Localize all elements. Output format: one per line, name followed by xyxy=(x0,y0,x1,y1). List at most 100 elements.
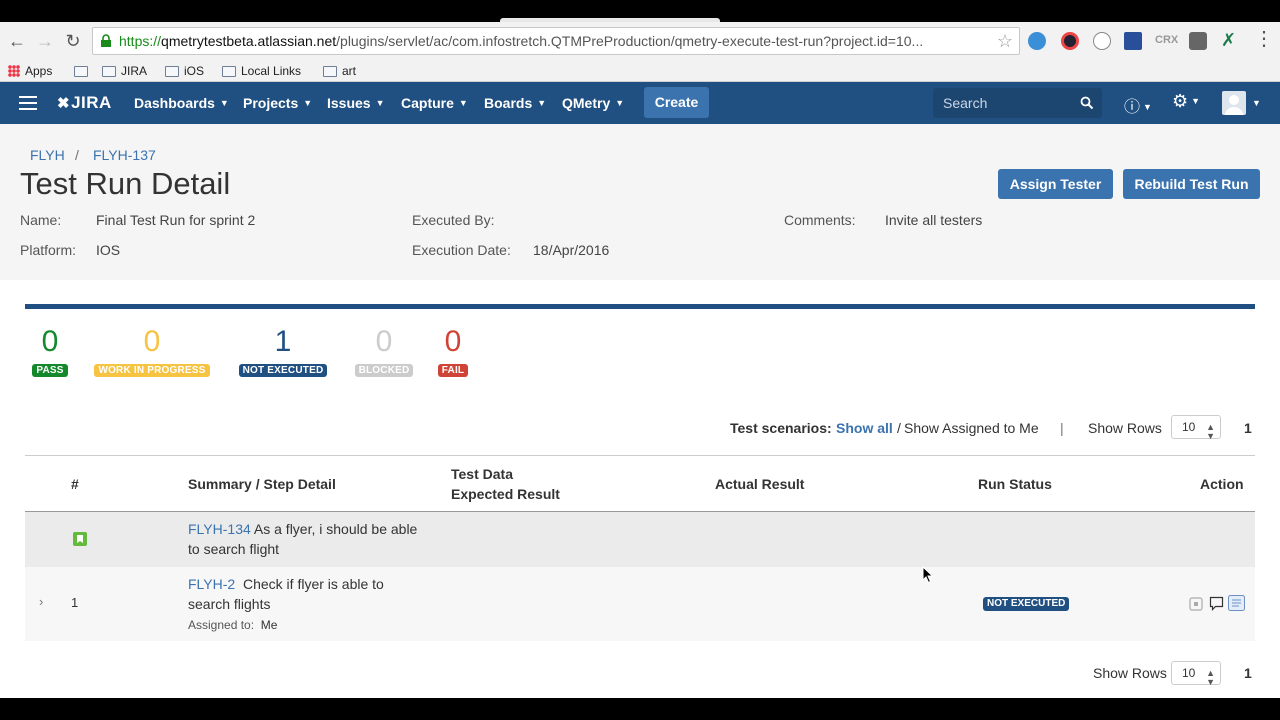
folder-icon xyxy=(74,65,88,77)
status-badge: WORK IN PROGRESS xyxy=(94,364,210,377)
page-title: Test Run Detail xyxy=(20,166,231,201)
nav-issues[interactable]: Issues ▼ xyxy=(327,95,385,111)
stat-count: 1 xyxy=(274,325,292,358)
stat-count: 0 xyxy=(444,325,462,358)
issue-link[interactable]: FLYH-2 xyxy=(188,576,235,592)
bookmark-label: Local Links xyxy=(241,64,302,78)
group-summary: FLYH-134 As a flyer, i should be able to… xyxy=(188,519,428,559)
bookmark-label: Apps xyxy=(25,64,53,78)
folder-icon xyxy=(165,65,179,77)
reload-icon[interactable]: ↻ xyxy=(63,31,83,51)
chevron-down-icon: ▼ xyxy=(303,98,313,108)
assign-tester-button[interactable]: Assign Tester xyxy=(998,169,1113,199)
chevron-down-icon: ▼ xyxy=(615,98,625,108)
stat-pass[interactable]: 0 PASS xyxy=(30,324,70,377)
show-all-link[interactable]: Show all xyxy=(836,420,893,436)
comments-label: Comments: xyxy=(784,212,856,228)
status-badge: FAIL xyxy=(437,364,469,377)
bookmark-ios[interactable]: iOS xyxy=(165,63,204,79)
user-icon xyxy=(1225,95,1243,115)
jira-logo-mark-icon: ✖ xyxy=(57,95,71,112)
gear-icon[interactable]: ⚙ ▼ xyxy=(1172,91,1200,112)
stat-count: 0 xyxy=(375,325,393,358)
color-picker-extension-icon[interactable] xyxy=(1061,32,1079,50)
nav-projects[interactable]: Projects ▼ xyxy=(243,95,312,111)
screen-bottom-edge xyxy=(0,698,1280,720)
bookmark-local-links[interactable]: Local Links xyxy=(222,63,301,79)
run-status-badge[interactable]: NOT EXECUTED xyxy=(983,597,1070,611)
col-number: # xyxy=(71,476,79,492)
show-assigned-link[interactable]: Show Assigned to Me xyxy=(904,420,1039,436)
group-summary-line: to search flight xyxy=(188,541,280,557)
footer-rows-per-page-select[interactable]: 10 ▲ ▼ xyxy=(1171,661,1221,687)
group-summary-line: As a flyer, i should be able xyxy=(253,521,418,537)
search-input[interactable] xyxy=(933,88,1073,118)
create-button[interactable]: Create xyxy=(644,87,709,118)
comment-icon[interactable] xyxy=(1209,596,1224,611)
mouse-cursor-icon xyxy=(922,566,934,584)
square-extension-icon[interactable] xyxy=(1189,32,1207,50)
col-expected-result: Expected Result xyxy=(451,486,560,502)
address-bar[interactable]: https://qmetrytestbeta.atlassian.net/plu… xyxy=(92,27,1020,55)
screen-extension-icon[interactable] xyxy=(1124,32,1142,50)
forward-icon[interactable]: → xyxy=(35,31,55,51)
browser-tabstrip xyxy=(0,0,1280,22)
execution-date-value: 18/Apr/2016 xyxy=(533,242,610,258)
nav-boards[interactable]: Boards ▼ xyxy=(484,95,546,111)
expand-chevron-icon[interactable]: › xyxy=(39,592,43,612)
rows-per-page-select[interactable]: 10 ▲ ▼ xyxy=(1171,415,1221,441)
page-number[interactable]: 1 xyxy=(1244,420,1252,436)
status-badge: PASS xyxy=(32,364,68,377)
tree-extension-icon[interactable]: ✗ xyxy=(1221,30,1236,51)
bookmark-folder-empty[interactable] xyxy=(74,63,88,79)
rebuild-test-run-button[interactable]: Rebuild Test Run xyxy=(1123,169,1260,199)
nav-label: Projects xyxy=(243,95,299,111)
folder-icon xyxy=(323,65,337,77)
step-summary-line: search flights xyxy=(188,596,271,612)
nav-dashboards[interactable]: Dashboards ▼ xyxy=(134,95,229,111)
stat-work-in-progress[interactable]: 0 WORK IN PROGRESS xyxy=(89,324,215,377)
hamburger-icon[interactable] xyxy=(19,96,37,110)
issue-link[interactable]: FLYH-134 xyxy=(188,521,251,537)
platform-value: IOS xyxy=(96,242,121,258)
status-badge: NOT EXECUTED xyxy=(238,364,328,377)
nav-capture[interactable]: Capture ▼ xyxy=(401,95,468,111)
jira-logo-text: JIRA xyxy=(71,93,112,112)
bookmark-label: iOS xyxy=(184,64,205,78)
stat-count: 0 xyxy=(41,325,59,358)
nav-label: Boards xyxy=(484,95,533,111)
details-icon[interactable] xyxy=(1228,595,1245,611)
browser-toolbar: ← → ↻ https://qmetrytestbeta.atlassian.n… xyxy=(0,22,1280,60)
chevron-down-icon: ▼ xyxy=(458,98,468,108)
jira-logo[interactable]: ✖JIRA xyxy=(57,93,112,113)
breadcrumb-issue[interactable]: FLYH-137 xyxy=(93,147,156,163)
crx-extension-icon[interactable]: CRX xyxy=(1155,34,1178,46)
url-text: https://qmetrytestbeta.atlassian.net/plu… xyxy=(119,33,924,49)
show-rows-label: Show Rows xyxy=(1088,420,1162,436)
bookmark-label: art xyxy=(342,64,357,78)
breadcrumb-project[interactable]: FLYH xyxy=(30,147,65,163)
search-icon[interactable] xyxy=(1080,96,1094,110)
attachment-icon[interactable] xyxy=(1189,597,1203,611)
comments-value: Invite all testers xyxy=(885,212,983,228)
stat-fail[interactable]: 0 FAIL xyxy=(435,324,471,377)
timer-extension-icon[interactable] xyxy=(1093,32,1111,50)
avatar-chevron-down-icon[interactable]: ▼ xyxy=(1252,98,1261,108)
stat-count: 0 xyxy=(143,325,161,358)
apps-icon xyxy=(8,65,20,77)
help-icon[interactable]: ⓘ ▼ xyxy=(1124,93,1152,117)
footer-page-number[interactable]: 1 xyxy=(1244,665,1252,681)
nav-qmetry[interactable]: QMetry ▼ xyxy=(562,95,624,111)
bookmark-art[interactable]: art xyxy=(323,63,356,79)
avatar[interactable] xyxy=(1222,91,1246,115)
stat-blocked[interactable]: 0 BLOCKED xyxy=(351,324,417,377)
menu-icon[interactable]: ⋮ xyxy=(1254,28,1274,50)
bookmark-star-icon[interactable]: ☆ xyxy=(997,31,1013,52)
bookmark-apps[interactable]: Apps xyxy=(8,63,52,79)
back-icon[interactable]: ← xyxy=(7,31,27,51)
bookmark-jira[interactable]: JIRA xyxy=(102,63,147,79)
folder-icon xyxy=(102,65,116,77)
stat-not-executed[interactable]: 1 NOT EXECUTED xyxy=(233,324,333,377)
globe-extension-icon[interactable] xyxy=(1028,32,1046,50)
col-action: Action xyxy=(1200,476,1244,492)
